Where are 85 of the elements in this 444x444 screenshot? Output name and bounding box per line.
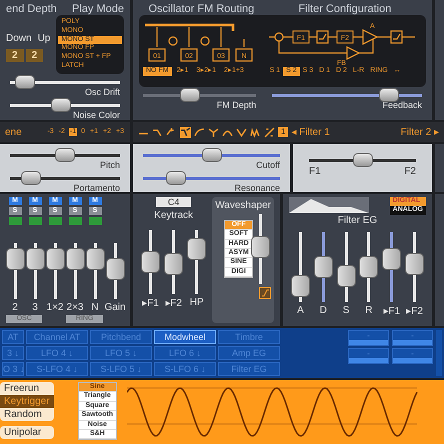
- trigger-option[interactable]: Keytrigger: [0, 395, 54, 408]
- fader-thumb[interactable]: [359, 256, 378, 278]
- slider-thumb[interactable]: [50, 98, 70, 112]
- note-field[interactable]: C4: [156, 197, 192, 207]
- fader-thumb[interactable]: [164, 253, 184, 276]
- bend-value[interactable]: 2: [6, 49, 24, 62]
- mod-source-button[interactable]: Modwheel: [154, 330, 216, 344]
- fader-thumb[interactable]: [187, 238, 206, 260]
- fader-label: D: [320, 304, 327, 316]
- fader-thumb[interactable]: [290, 274, 310, 297]
- slider-label: Osc Drift: [85, 86, 120, 96]
- fader-label: HP: [190, 297, 204, 308]
- fader-thumb[interactable]: [382, 248, 402, 270]
- fader-thumb[interactable]: [250, 236, 270, 258]
- fader-label: S: [342, 304, 350, 316]
- fader-label: 2×3: [66, 302, 84, 313]
- slider-label: FM Depth: [216, 100, 256, 110]
- filter-tab[interactable]: ◂ Filter 1: [291, 126, 330, 138]
- filter-type-icon[interactable]: [208, 126, 219, 138]
- slider-label: Cutoff: [256, 160, 280, 170]
- level-led: [88, 217, 102, 225]
- slider-thumb[interactable]: [180, 88, 200, 102]
- slider-label: Feedback: [382, 100, 422, 110]
- level-led: [8, 217, 22, 225]
- panel-title: end Depth: [6, 3, 57, 15]
- fader-thumb[interactable]: [46, 248, 64, 270]
- filter-type-icon[interactable]: [152, 126, 163, 138]
- slider-label: F1: [309, 166, 321, 177]
- bend-label: Down: [6, 33, 32, 44]
- fader-thumb[interactable]: [66, 248, 84, 270]
- fader-label: ▸F1: [142, 297, 159, 309]
- fader-label: ▸F2: [165, 297, 182, 309]
- slider-thumb[interactable]: [352, 153, 372, 167]
- panel-title: Filter Configuration: [297, 3, 392, 15]
- slider-label: Resonance: [234, 183, 280, 192]
- polarity-button[interactable]: Unipolar: [0, 426, 54, 439]
- scene-label: ene: [5, 126, 22, 138]
- filter-type-icon[interactable]: [250, 126, 261, 138]
- fader-label: 2: [12, 302, 18, 313]
- slider-thumb[interactable]: [20, 171, 41, 185]
- panel-title: Oscillator FM Routing: [148, 3, 256, 15]
- fader-thumb[interactable]: [26, 248, 44, 270]
- slider-thumb[interactable]: [166, 171, 186, 185]
- panel-title: Waveshaper: [215, 200, 271, 211]
- slider-label: F2: [404, 166, 416, 177]
- level-led: [28, 217, 42, 225]
- trigger-option[interactable]: Random: [0, 408, 54, 421]
- fader-label: N: [91, 302, 99, 313]
- slider-thumb[interactable]: [55, 148, 75, 162]
- fader-label: ▸F1: [383, 304, 400, 316]
- fader-label: R: [365, 304, 373, 316]
- fader-thumb[interactable]: [336, 265, 356, 288]
- level-led: [68, 217, 82, 225]
- fader-thumb[interactable]: [6, 248, 24, 270]
- filter-type-icon[interactable]: [236, 126, 247, 138]
- bend-label: Up: [38, 33, 50, 44]
- slider-label: Pitch: [100, 160, 120, 170]
- fader-label: 3: [32, 302, 38, 313]
- slider-thumb[interactable]: [202, 148, 222, 162]
- panel-title: Keytrack: [154, 210, 194, 221]
- fader-thumb[interactable]: [314, 256, 333, 278]
- filter-type-icon[interactable]: [264, 126, 275, 138]
- fader-label: 1×2: [46, 302, 64, 313]
- panel-title: Filter EG: [338, 214, 378, 226]
- slider-label: Portamento: [73, 183, 120, 192]
- fader-label: ▸F2: [406, 304, 423, 316]
- fader-thumb[interactable]: [106, 258, 124, 280]
- fader-thumb[interactable]: [86, 248, 104, 270]
- filter-type-icon[interactable]: [180, 126, 191, 138]
- panel-title: Play Mode: [72, 3, 124, 15]
- filter-type-icon[interactable]: [194, 126, 205, 138]
- slider-thumb[interactable]: [378, 88, 399, 102]
- filter-badge: 1: [278, 127, 288, 137]
- slider-label: Noise Color: [72, 110, 120, 120]
- fader-thumb[interactable]: [141, 251, 160, 273]
- trigger-option[interactable]: Freerun: [0, 382, 54, 395]
- curve-icon[interactable]: [259, 287, 271, 299]
- fader-label: A: [297, 304, 304, 316]
- level-led: [48, 217, 62, 225]
- slider-thumb[interactable]: [14, 74, 34, 88]
- bend-value[interactable]: 2: [26, 49, 44, 62]
- side-panel: [435, 144, 444, 192]
- fader-thumb[interactable]: [405, 253, 424, 276]
- fader-label: Gain: [104, 302, 126, 313]
- filter-tab[interactable]: Filter 2 ▸: [400, 126, 439, 138]
